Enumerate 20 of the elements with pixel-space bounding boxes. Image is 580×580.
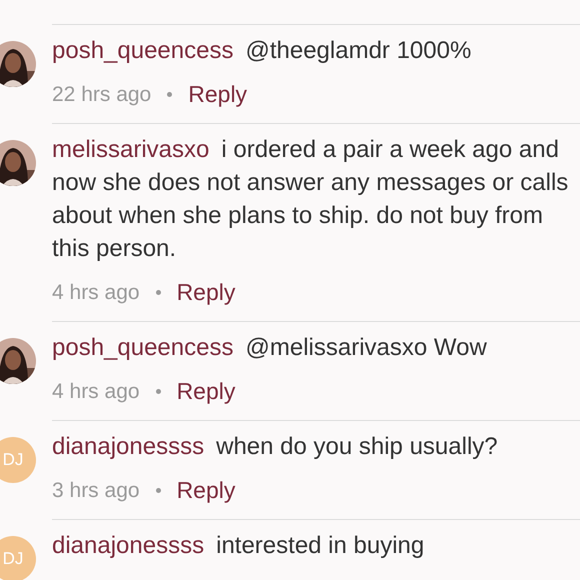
reply-link[interactable]: Reply [188,77,248,112]
username-link[interactable]: posh_queencess [52,334,234,361]
avatar: DJ [0,536,36,580]
timestamp: 3 hrs ago [52,478,140,504]
timestamp: 4 hrs ago [52,378,140,405]
timestamp: 22 hrs ago [52,82,152,108]
username-link[interactable]: posh_queencess [52,37,234,64]
comment-text: dianajonessss interested in buying [52,531,426,561]
comment-text: melissarivasxo i ordered a pair a week ago and now she does not answer any messages or calls about when she plans to ship. do not buy from this person. [52,135,570,264]
username-link[interactable]: dianajonessss [52,433,204,460]
username-link[interactable]: melissarivasxo [52,136,210,163]
reply-link[interactable]: Reply [176,374,236,409]
avatar: DJ [0,437,36,483]
comment-text: posh_queencess @melissarivasxo Wow [52,333,488,363]
reply-link[interactable]: Reply [176,473,236,508]
username-link[interactable]: dianajonessss [52,532,204,559]
timestamp: 4 hrs ago [52,280,140,306]
comment-text: dianajonessss when do you ship usually? [52,432,499,462]
comment-text: posh_queencess @theeglamdr 1000% [52,36,472,66]
reply-link[interactable]: Reply [176,275,236,310]
